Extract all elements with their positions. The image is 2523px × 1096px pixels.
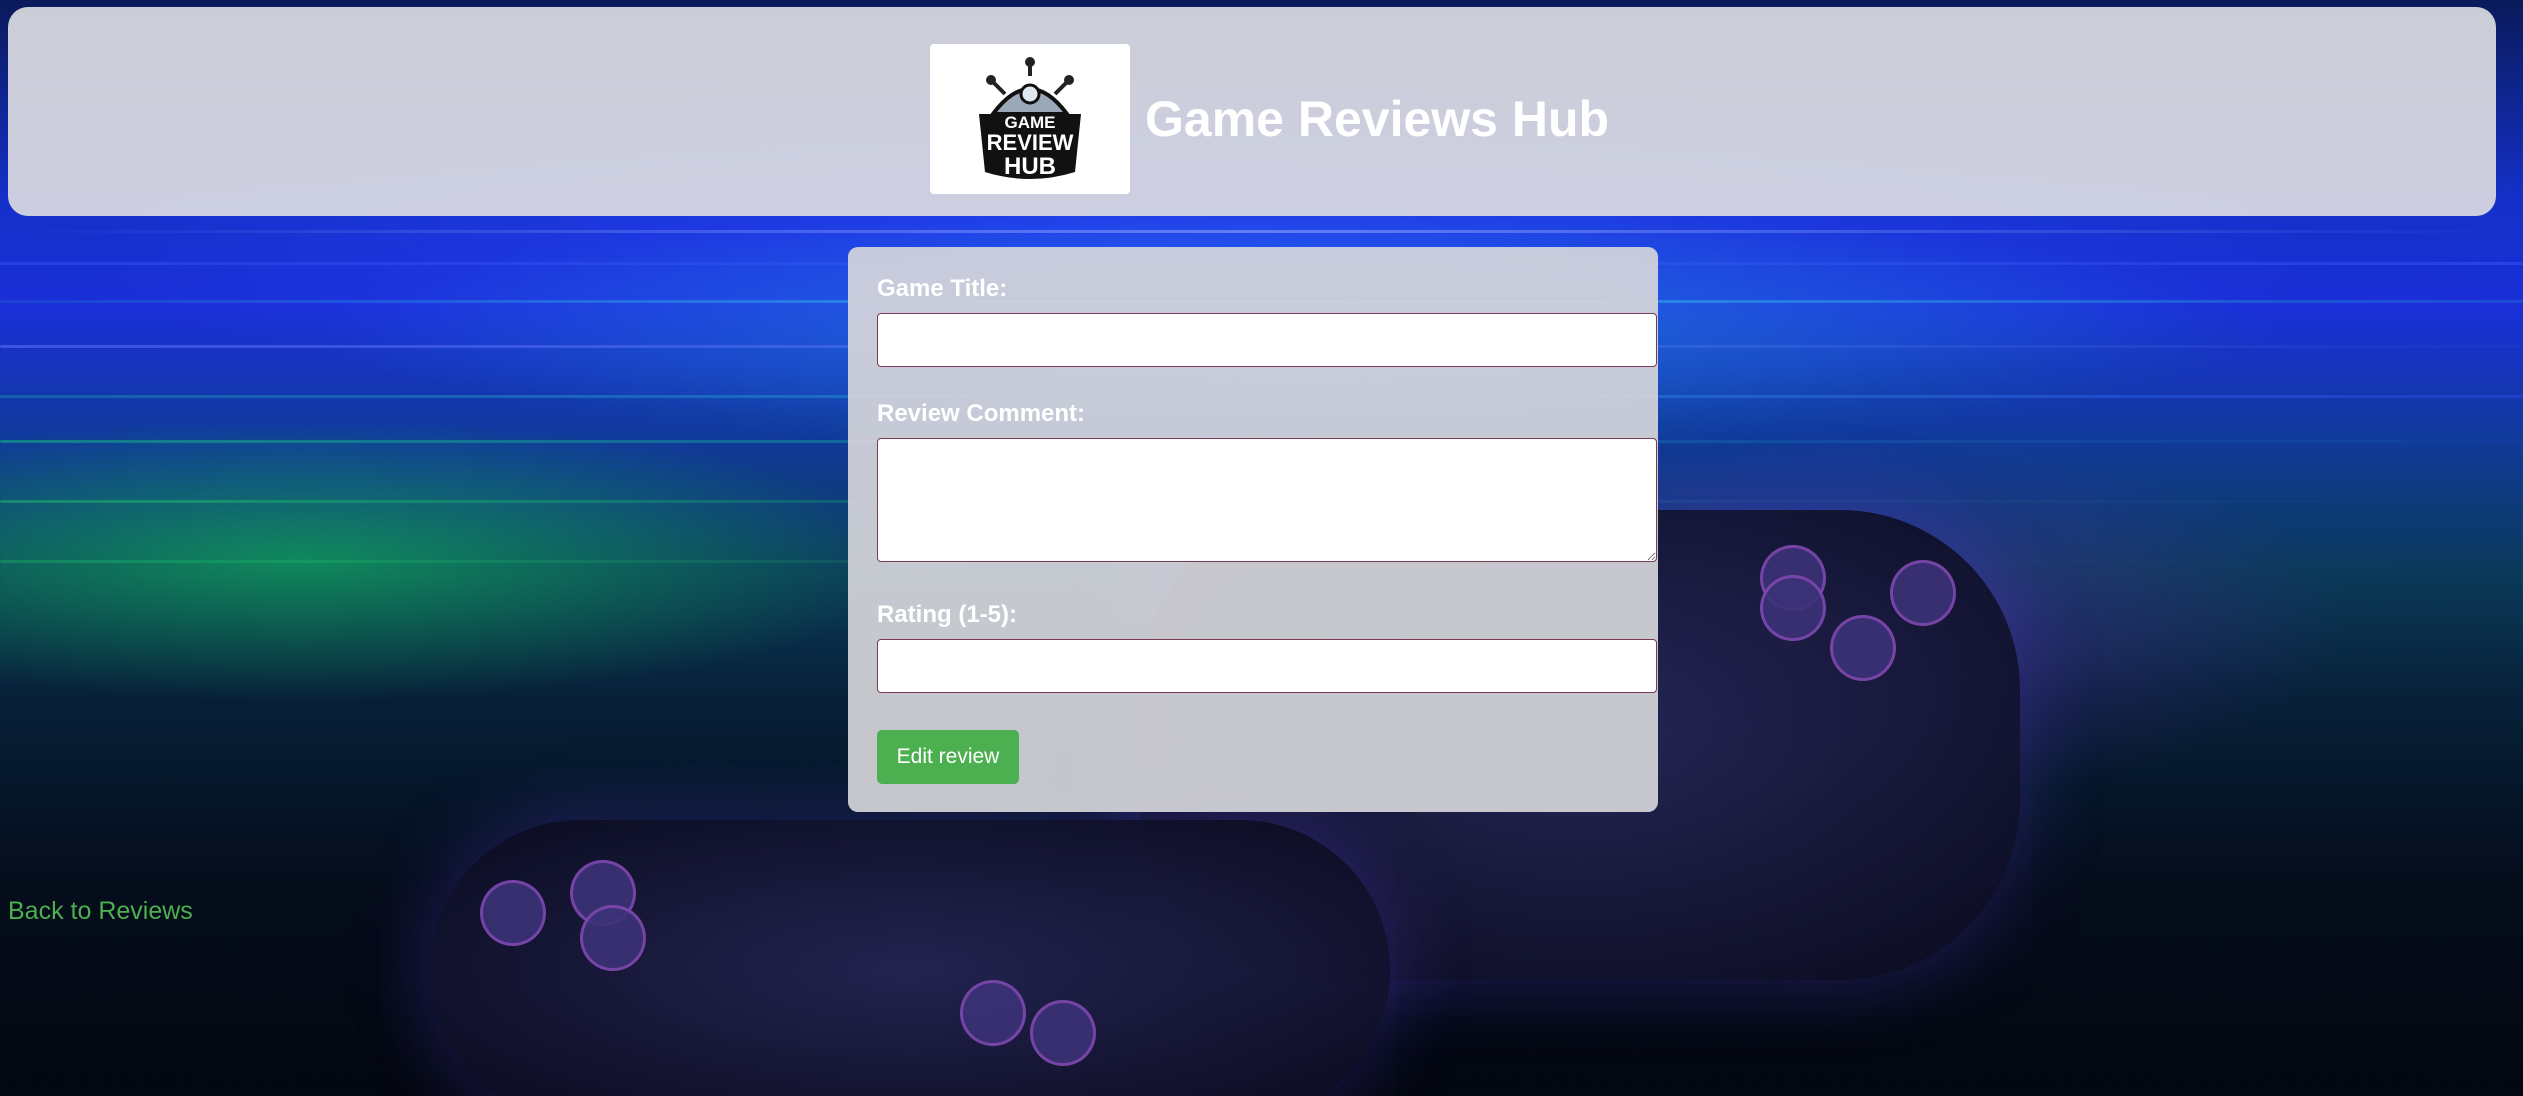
game-review-hub-logo-icon: GAME REVIEW HUB — [979, 57, 1081, 180]
game-title-label: Game Title: — [877, 275, 1008, 302]
review-comment-textarea[interactable] — [877, 438, 1657, 562]
back-to-reviews-link[interactable]: Back to Reviews — [8, 897, 193, 926]
game-title-input[interactable] — [877, 313, 1657, 367]
logo-text-hub: HUB — [1004, 153, 1056, 180]
site-title: Game Reviews Hub — [1145, 91, 1610, 147]
edit-review-button[interactable]: Edit review — [877, 730, 1019, 784]
site-logo[interactable]: GAME REVIEW HUB — [930, 44, 1130, 194]
site-header: GAME REVIEW HUB Game Reviews Hub — [8, 7, 2496, 216]
rating-label: Rating (1-5): — [877, 601, 1017, 628]
edit-review-form: Game Title: Review Comment: Rating (1-5)… — [848, 247, 1658, 812]
logo-text-review: REVIEW — [987, 130, 1074, 155]
rating-input[interactable] — [877, 639, 1657, 693]
review-comment-label: Review Comment: — [877, 400, 1086, 427]
